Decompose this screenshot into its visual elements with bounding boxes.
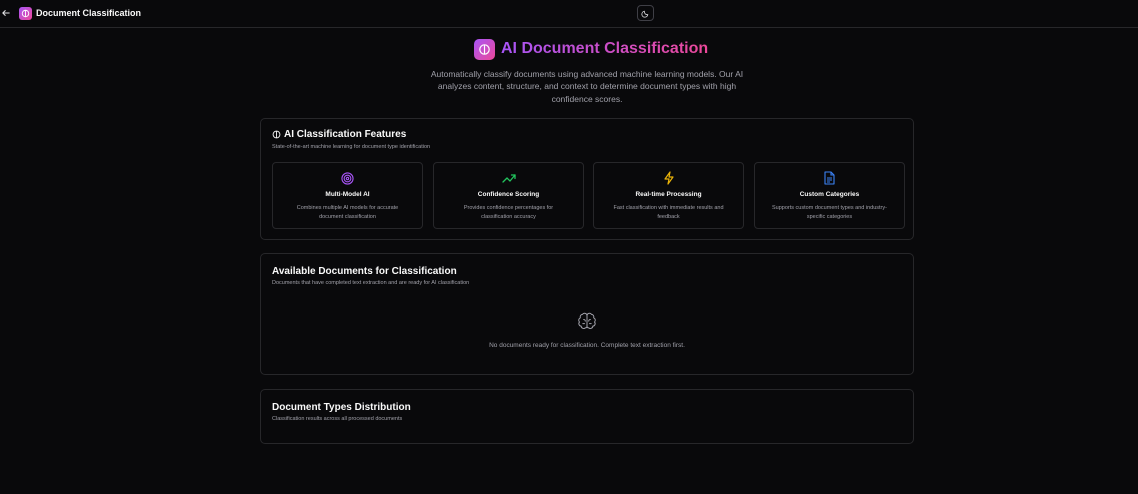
feature-description: Supports custom document types and indus… — [772, 205, 887, 220]
moon-icon — [641, 10, 649, 18]
brain-icon — [474, 39, 495, 60]
app-title: Document Classification — [36, 8, 142, 18]
feature-title: Custom Categories — [799, 191, 860, 198]
feature-realtime-processing: Real-time Processing Fast classification… — [593, 162, 744, 229]
file-text-icon — [755, 171, 904, 185]
feature-title: Confidence Scoring — [477, 191, 540, 198]
brain-icon — [578, 312, 596, 329]
available-documents-title: Available Documents for Classification — [272, 266, 457, 277]
feature-title: Real-time Processing — [635, 191, 702, 198]
target-icon — [273, 171, 422, 185]
feature-description: Provides confidence percentages for clas… — [463, 205, 554, 220]
features-subtitle: State-of-the-art machine learning for do… — [272, 144, 431, 150]
page-description: Automatically classify documents using a… — [430, 69, 744, 104]
feature-description: Fast classification with immediate resul… — [613, 205, 724, 220]
brain-icon — [19, 7, 32, 20]
empty-state-text: No documents ready for classification. C… — [489, 342, 685, 349]
top-bar: Document Classification — [0, 0, 1138, 28]
feature-description: Combines multiple AI models for accurate… — [296, 205, 399, 220]
brain-icon — [272, 130, 281, 139]
features-title: AI Classification Features — [284, 129, 407, 140]
features-card: AI Classification Features State-of-the-… — [260, 118, 914, 240]
back-arrow-icon[interactable] — [0, 6, 12, 20]
available-documents-card: Available Documents for Classification D… — [260, 253, 914, 375]
distribution-title: Document Types Distribution — [272, 402, 411, 413]
available-documents-subtitle: Documents that have completed text extra… — [272, 280, 470, 286]
page-title: AI Document Classification — [501, 40, 709, 57]
feature-confidence-scoring: Confidence Scoring Provides confidence p… — [433, 162, 584, 229]
feature-custom-categories: Custom Categories Supports custom docume… — [754, 162, 905, 229]
trending-up-icon — [434, 171, 583, 185]
distribution-subtitle: Classification results across all proces… — [272, 416, 403, 422]
feature-multi-model: Multi-Model AI Combines multiple AI mode… — [272, 162, 423, 229]
theme-toggle-button[interactable] — [637, 5, 654, 21]
zap-icon — [594, 171, 743, 185]
feature-title: Multi-Model AI — [325, 191, 370, 198]
distribution-card: Document Types Distribution Classificati… — [260, 389, 914, 444]
